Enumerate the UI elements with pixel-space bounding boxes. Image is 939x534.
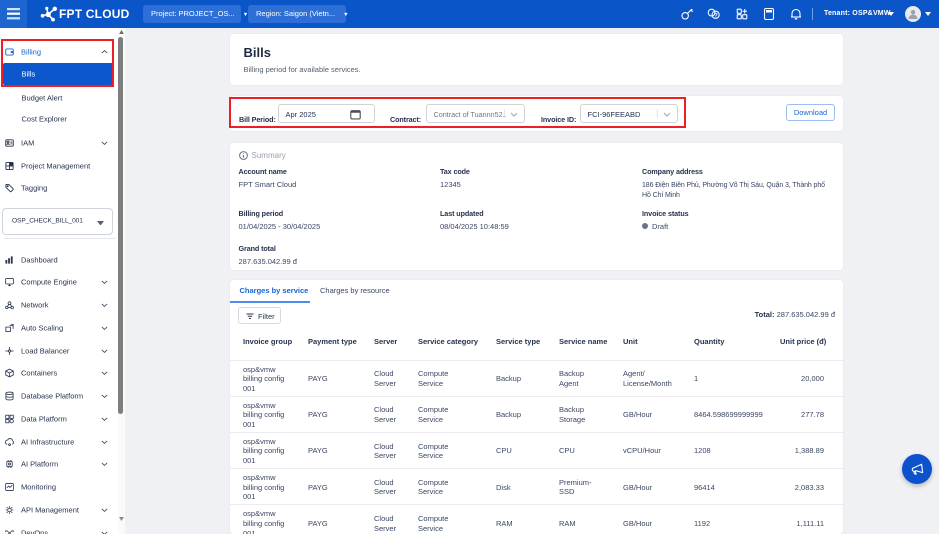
svg-text:?: ?	[714, 12, 718, 19]
